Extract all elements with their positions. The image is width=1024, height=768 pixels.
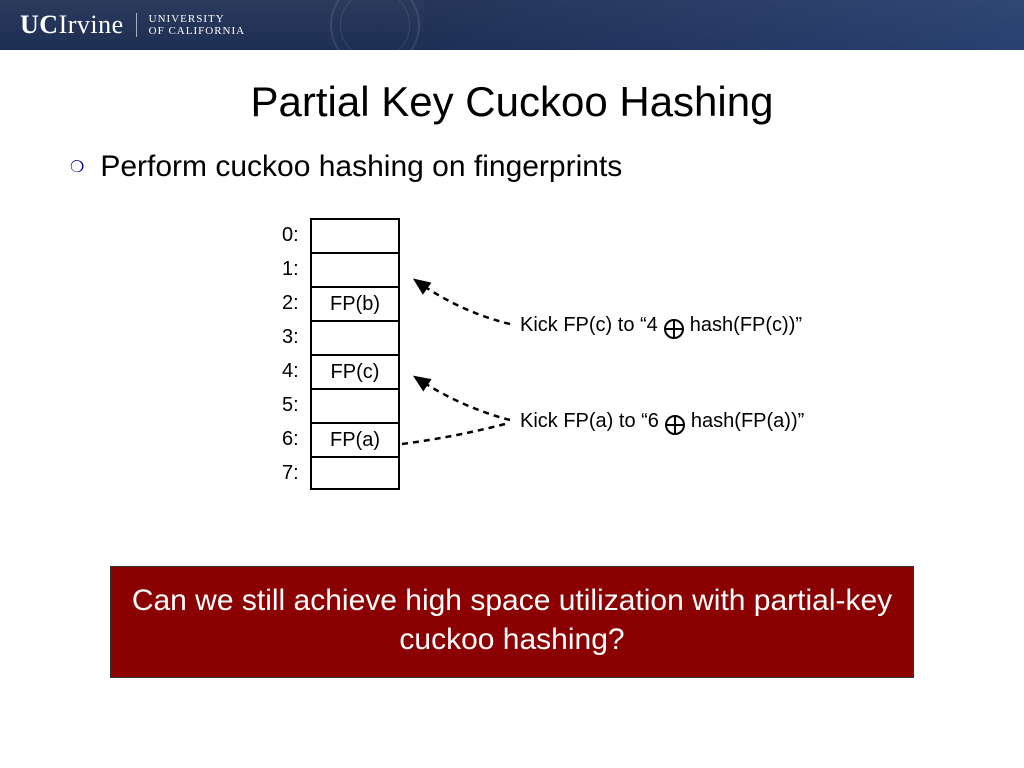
table-row: 7: (282, 456, 400, 490)
university-text: UNIVERSITY OF CALIFORNIA (136, 13, 245, 37)
diagram: 0: 1: 2:FP(b) 3: 4:FP(c) 5: 6:FP(a) 7: K… (0, 212, 1024, 522)
annotation-kick-c: Kick FP(c) to “4 hash(FP(c))” (520, 314, 802, 337)
bullet-item: ❍ Perform cuckoo hashing on fingerprints (70, 150, 1024, 184)
annot-text: Kick FP(c) to “4 (520, 314, 658, 337)
slide-title: Partial Key Cuckoo Hashing (0, 78, 1024, 126)
annotation-kick-a: Kick FP(a) to “6 hash(FP(a))” (520, 410, 804, 433)
row-label: 1: (282, 258, 310, 281)
question-callout: Can we still achieve high space utilizat… (110, 566, 914, 678)
table-row: 6:FP(a) (282, 422, 400, 456)
cell (310, 218, 400, 252)
annot-text: Kick FP(a) to “6 (520, 410, 659, 433)
hash-table: 0: 1: 2:FP(b) 3: 4:FP(c) 5: 6:FP(a) 7: (282, 218, 400, 490)
cell: FP(a) (310, 422, 400, 456)
table-row: 5: (282, 388, 400, 422)
bullet-marker-icon: ❍ (70, 157, 84, 177)
xor-icon (664, 319, 684, 339)
annot-text: hash(FP(a))” (691, 410, 804, 433)
row-label: 5: (282, 394, 310, 417)
table-row: 1: (282, 252, 400, 286)
table-row: 4:FP(c) (282, 354, 400, 388)
row-label: 4: (282, 360, 310, 383)
row-label: 2: (282, 292, 310, 315)
table-row: 0: (282, 218, 400, 252)
kick-arrows (0, 212, 1024, 522)
uni-line-2: OF CALIFORNIA (149, 25, 245, 37)
row-label: 7: (282, 462, 310, 485)
xor-icon (665, 415, 685, 435)
cell (310, 388, 400, 422)
cell (310, 456, 400, 490)
cell: FP(c) (310, 354, 400, 388)
cell (310, 252, 400, 286)
table-row: 2:FP(b) (282, 286, 400, 320)
cell: FP(b) (310, 286, 400, 320)
row-label: 0: (282, 224, 310, 247)
university-seal-icon (330, 0, 420, 50)
annot-text: hash(FP(c))” (690, 314, 802, 337)
uni-line-1: UNIVERSITY (149, 13, 245, 25)
uci-logo: UCIrvine (20, 10, 124, 40)
logo-uc: UC (20, 10, 59, 39)
header-banner: UCIrvine UNIVERSITY OF CALIFORNIA (0, 0, 1024, 50)
row-label: 3: (282, 326, 310, 349)
logo-irvine: Irvine (59, 10, 124, 39)
table-row: 3: (282, 320, 400, 354)
row-label: 6: (282, 428, 310, 451)
bullet-text: Perform cuckoo hashing on fingerprints (100, 150, 622, 184)
cell (310, 320, 400, 354)
